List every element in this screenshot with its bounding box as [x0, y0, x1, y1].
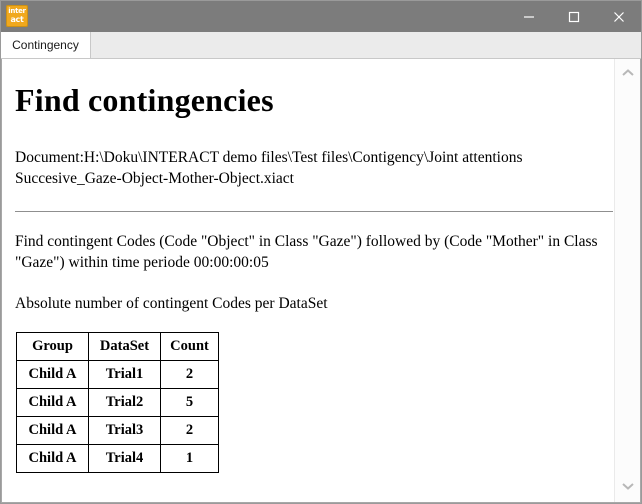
report-document: Find contingencies Document:H:\Doku\INTE… — [2, 59, 614, 502]
cell-dataset: Trial1 — [88, 360, 161, 390]
vertical-scrollbar[interactable] — [614, 59, 640, 502]
column-header-group: Group — [16, 332, 89, 362]
minimize-icon — [523, 11, 535, 23]
scrollbar-track[interactable] — [615, 85, 641, 476]
application-window: inter act Contingency Find contingencies… — [0, 0, 642, 504]
cell-count: 1 — [160, 444, 219, 474]
content-area: Find contingencies Document:H:\Doku\INTE… — [1, 59, 641, 503]
title-bar: inter act — [1, 1, 641, 32]
tab-contingency[interactable]: Contingency — [1, 32, 91, 58]
document-path: Document:H:\Doku\INTERACT demo files\Tes… — [15, 149, 523, 187]
cell-group: Child A — [16, 444, 89, 474]
results-subtitle: Absolute number of contingent Codes per … — [15, 294, 328, 312]
table-row: Child A Trial3 2 — [16, 416, 219, 446]
horizontal-divider — [15, 211, 613, 213]
table-row: Child A Trial2 5 — [16, 388, 219, 418]
table-header-row: Group DataSet Count — [16, 332, 219, 362]
app-logo-line2: act — [10, 15, 24, 24]
cell-count: 2 — [160, 416, 219, 446]
page-title: Find contingencies — [15, 82, 274, 118]
tab-contingency-label: Contingency — [12, 38, 79, 52]
maximize-icon — [568, 11, 580, 23]
cell-count: 5 — [160, 388, 219, 418]
tab-strip: Contingency — [1, 32, 641, 59]
cell-dataset: Trial3 — [88, 416, 161, 446]
scroll-up-button[interactable] — [615, 63, 641, 85]
app-logo-line1: inter — [8, 7, 26, 15]
cell-dataset: Trial4 — [88, 444, 161, 474]
minimize-button[interactable] — [506, 1, 551, 32]
chevron-up-icon — [621, 65, 635, 83]
close-button[interactable] — [596, 1, 641, 32]
column-header-dataset: DataSet — [88, 332, 161, 362]
table-row: Child A Trial1 2 — [16, 360, 219, 390]
cell-count: 2 — [160, 360, 219, 390]
table-row: Child A Trial4 1 — [16, 444, 219, 474]
query-description: Find contingent Codes (Code "Object" in … — [15, 233, 598, 272]
results-table: Group DataSet Count Child A Trial1 2 Chi… — [16, 332, 219, 474]
close-icon — [613, 11, 625, 23]
app-logo-icon: inter act — [6, 5, 28, 27]
maximize-button[interactable] — [551, 1, 596, 32]
cell-group: Child A — [16, 360, 89, 390]
scroll-down-button[interactable] — [615, 476, 641, 498]
chevron-down-icon — [621, 478, 635, 496]
cell-dataset: Trial2 — [88, 388, 161, 418]
cell-group: Child A — [16, 416, 89, 446]
cell-group: Child A — [16, 388, 89, 418]
column-header-count: Count — [160, 332, 219, 362]
